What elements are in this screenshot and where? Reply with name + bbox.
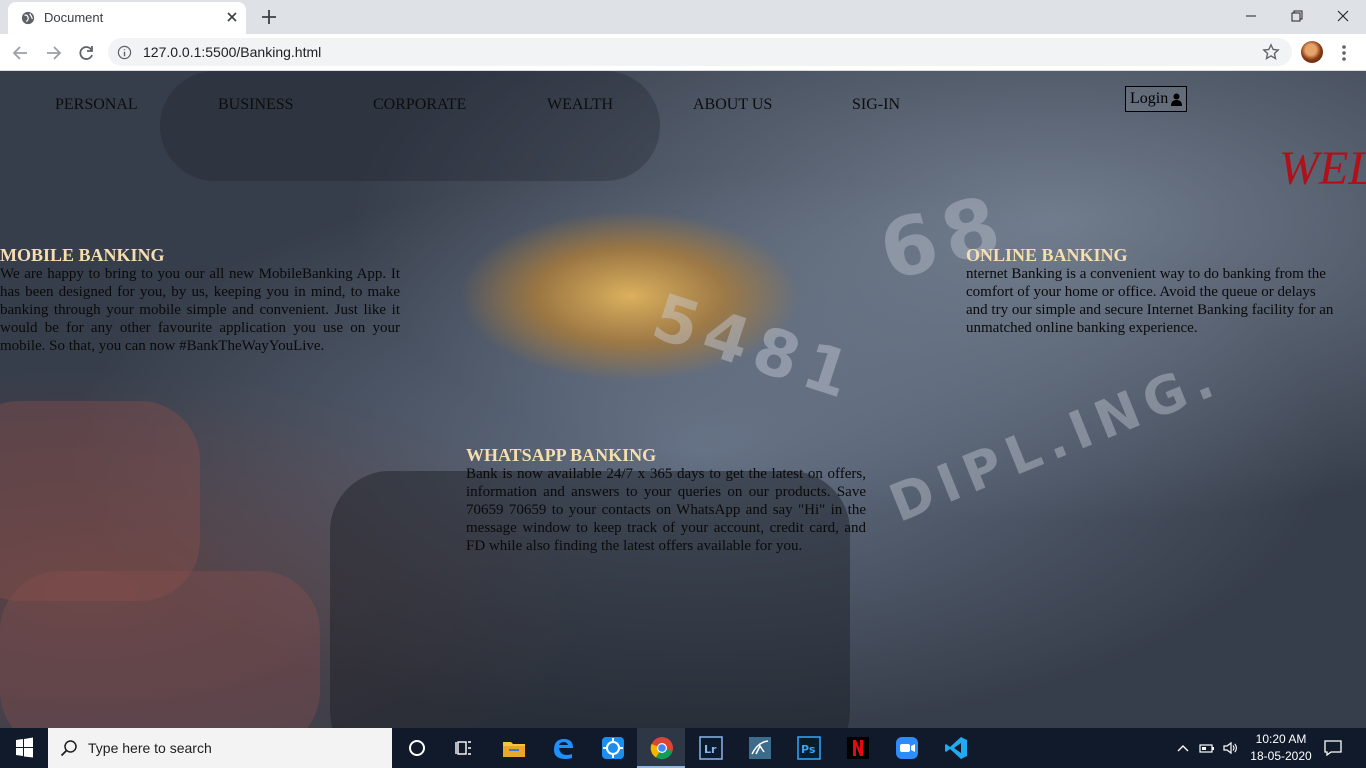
clock-date: 18-05-2020 <box>1250 749 1312 763</box>
mysql-workbench-icon[interactable] <box>746 734 774 762</box>
login-button[interactable]: Login <box>1125 86 1188 112</box>
edge-icon[interactable] <box>549 734 577 762</box>
online-banking-line: nternet Banking is a convenient way to d… <box>966 266 1326 282</box>
netflix-icon[interactable] <box>844 734 872 762</box>
minimize-icon[interactable] <box>1228 0 1274 32</box>
nav-business[interactable]: BUSINESS <box>218 96 294 114</box>
url-text: 127.0.0.1:5500/Banking.html <box>143 44 322 60</box>
app-icon-blue[interactable] <box>599 734 627 762</box>
mobile-banking-section: MOBILE BANKING We are happy to bring to … <box>0 245 400 355</box>
back-arrow-icon[interactable] <box>11 43 31 63</box>
background-keypad-shape <box>0 571 320 728</box>
site-info-icon[interactable] <box>117 45 132 60</box>
search-placeholder: Type here to search <box>88 740 212 756</box>
online-banking-line: comfort of your home or office. Avoid th… <box>966 284 1316 300</box>
windows-start-icon[interactable] <box>0 728 48 768</box>
volume-icon[interactable] <box>1222 740 1238 756</box>
close-tab-icon[interactable] <box>224 9 240 25</box>
mobile-banking-title: MOBILE BANKING <box>0 245 165 265</box>
background-card-number: 5481 <box>643 280 867 416</box>
whatsapp-banking-section: WHATSAPP BANKING Bank is now available 2… <box>466 445 866 555</box>
tab-title: Document <box>44 10 104 25</box>
battery-icon[interactable] <box>1199 740 1215 756</box>
background-card-embossing: DIPL.ING. <box>881 347 1230 535</box>
cortana-icon[interactable] <box>403 734 431 762</box>
online-banking-line: unmatched online banking experience. <box>966 320 1198 336</box>
task-view-icon[interactable] <box>450 734 478 762</box>
photoshop-icon[interactable]: Ps <box>795 734 823 762</box>
browser-tab[interactable]: Document <box>8 2 246 34</box>
svg-text:Lr: Lr <box>704 743 717 756</box>
vscode-icon[interactable] <box>942 734 970 762</box>
bookmark-star-icon[interactable] <box>1262 43 1280 61</box>
reload-icon[interactable] <box>76 43 96 63</box>
nav-sign-in[interactable]: SIG-IN <box>852 96 900 114</box>
mobile-banking-text: We are happy to bring to you our all new… <box>0 266 400 354</box>
address-bar[interactable]: 127.0.0.1:5500/Banking.html <box>108 38 1292 66</box>
lightroom-icon[interactable]: Lr <box>697 734 725 762</box>
search-icon <box>60 740 77 757</box>
nav-corporate[interactable]: CORPORATE <box>373 96 466 114</box>
online-banking-line: and try our simple and secure Internet B… <box>966 302 1334 318</box>
close-window-icon[interactable] <box>1320 0 1366 32</box>
welcome-marquee: WEL <box>1279 142 1366 195</box>
nav-about-us[interactable]: ABOUT US <box>693 96 772 114</box>
online-banking-title: ONLINE BANKING <box>966 245 1128 265</box>
file-explorer-icon[interactable] <box>500 734 528 762</box>
system-clock[interactable]: 10:20 AM 18-05-2020 <box>1246 731 1316 765</box>
restore-icon[interactable] <box>1274 0 1320 32</box>
whatsapp-banking-text: Bank is now available 24/7 x 365 days to… <box>466 466 866 554</box>
new-tab-icon[interactable] <box>260 8 278 26</box>
svg-text:Ps: Ps <box>801 743 816 756</box>
kebab-menu-icon[interactable] <box>1336 43 1352 63</box>
tab-strip: Document <box>0 0 1366 34</box>
notification-center-icon[interactable] <box>1323 739 1343 757</box>
nav-wealth[interactable]: WEALTH <box>547 96 613 114</box>
profile-avatar[interactable] <box>1301 41 1323 63</box>
online-banking-section: ONLINE BANKING nternet Banking is a conv… <box>966 245 1366 337</box>
page-viewport: 5481 68 DIPL.ING. PERSONAL BUSINESS CORP… <box>0 71 1366 728</box>
forward-arrow-icon[interactable] <box>43 43 63 63</box>
windows-taskbar: Type here to search Lr Ps 10:20 AM 18-05… <box>0 728 1366 768</box>
zoom-icon[interactable] <box>893 734 921 762</box>
taskbar-search[interactable]: Type here to search <box>48 728 392 768</box>
browser-toolbar: 127.0.0.1:5500/Banking.html <box>0 34 1366 71</box>
user-icon <box>1171 93 1183 106</box>
login-label: Login <box>1130 90 1169 107</box>
globe-icon <box>21 11 35 25</box>
chrome-icon[interactable] <box>648 734 676 762</box>
whatsapp-banking-title: WHATSAPP BANKING <box>466 445 657 465</box>
clock-time: 10:20 AM <box>1255 732 1307 746</box>
chevron-up-icon[interactable] <box>1175 740 1191 756</box>
nav-personal[interactable]: PERSONAL <box>55 96 138 114</box>
background-card-shape <box>160 71 660 181</box>
